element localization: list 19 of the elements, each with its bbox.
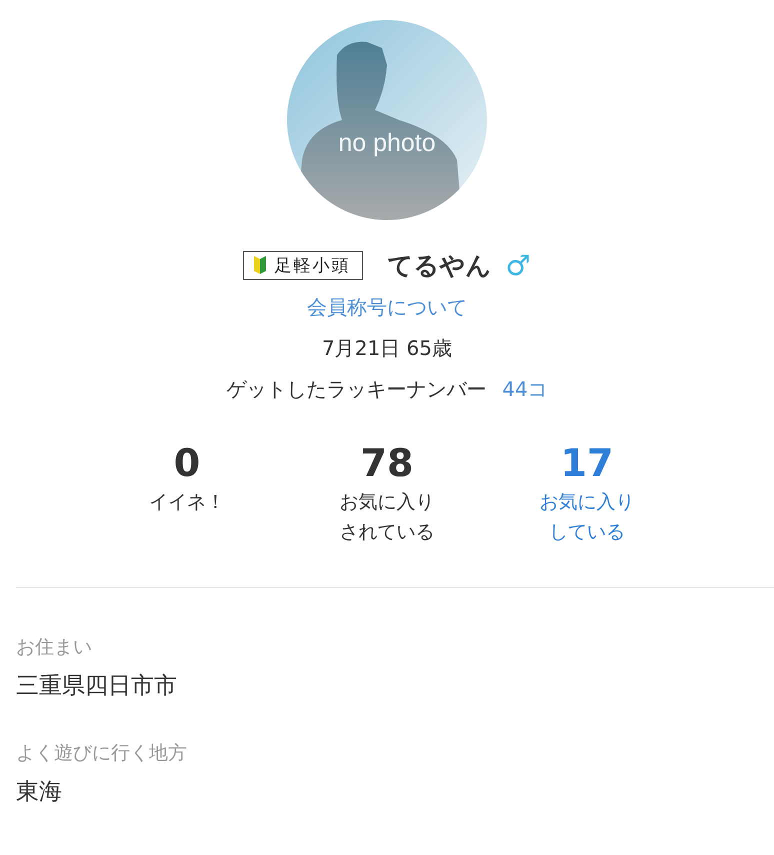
- user-name: てるやん: [387, 250, 492, 282]
- lucky-number-count[interactable]: 44コ: [502, 376, 548, 403]
- detail-value: 東海: [16, 778, 63, 807]
- birthday-age: 7月21日 65歳: [322, 335, 452, 362]
- stat-label[interactable]: お気に入りしている: [536, 487, 638, 547]
- stat-count: 78: [360, 441, 414, 485]
- avatar-label: no photo: [337, 128, 437, 158]
- rank-badge: 足軽小頭: [243, 250, 364, 280]
- gender-icon: ♂: [505, 248, 531, 282]
- detail-label: お住まい: [16, 635, 93, 660]
- stat-count: 0: [174, 441, 200, 485]
- detail-label: よく遊びに行く地方: [16, 741, 188, 766]
- detail-value: 三重県四日市市: [16, 672, 178, 701]
- stat-count[interactable]: 17: [560, 441, 614, 485]
- lucky-number-label: ゲットしたラッキーナンバー: [226, 376, 486, 403]
- stat-label: お気に入りされている: [338, 490, 436, 545]
- stat-label: イイネ！: [148, 490, 226, 515]
- beginner-mark-icon: [254, 256, 266, 274]
- rank-info-link[interactable]: 会員称号について: [307, 294, 467, 321]
